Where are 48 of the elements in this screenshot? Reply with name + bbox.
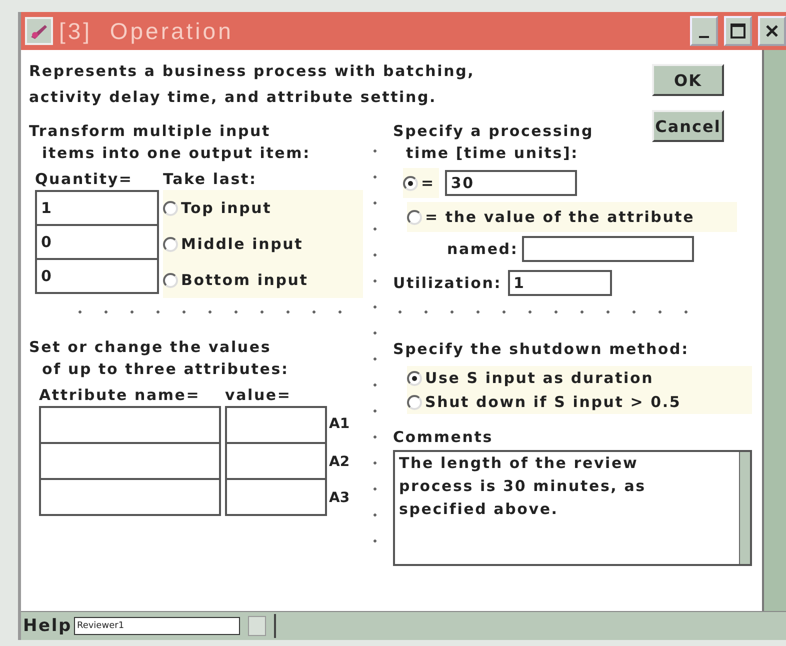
app-icon [25, 17, 53, 45]
name-field[interactable]: Reviewer1 [74, 617, 240, 635]
section-heading: Transform multiple input items into one output item: [29, 121, 312, 164]
minimize-icon [699, 36, 709, 38]
scrollbar[interactable] [762, 50, 786, 611]
quantity-field[interactable]: 0 [35, 226, 159, 260]
ok-button[interactable]: OK [652, 64, 724, 96]
row-label: A2 [329, 453, 351, 472]
time-field[interactable]: 30 [444, 170, 577, 196]
attribute-name-field[interactable] [39, 406, 221, 444]
section-heading: Specify a processing time [time units]: [393, 121, 594, 164]
attribute-value-field[interactable] [225, 480, 327, 516]
field-label: named: [447, 239, 518, 260]
maximize-icon [730, 23, 746, 39]
field-label: Comments [393, 427, 494, 448]
attribute-name-field[interactable] [522, 236, 694, 262]
section-heading: Specify the shutdown method: [393, 339, 690, 360]
close-icon [765, 24, 779, 38]
comments-field[interactable]: The length of the review process is 30 minutes, as specified above. [393, 450, 752, 566]
attribute-value-field[interactable] [225, 444, 327, 480]
cancel-button[interactable]: Cancel [652, 110, 724, 142]
field-label: Utilization: [393, 273, 502, 294]
radio-button[interactable] [407, 370, 422, 386]
radio-button[interactable] [163, 272, 178, 288]
section-heading: Set or change the values of up to three attributes: [29, 337, 290, 380]
radio-button[interactable] [407, 210, 422, 224]
attribute-name-field[interactable] [39, 444, 221, 480]
column-label: value= [225, 385, 292, 406]
attribute-value-field[interactable] [225, 406, 327, 444]
attribute-name-field[interactable] [39, 480, 221, 516]
column-label: Attribute name= [39, 385, 202, 406]
minimize-button[interactable] [690, 16, 718, 46]
maximize-button[interactable] [724, 16, 752, 46]
radio-button[interactable] [407, 394, 422, 410]
quantity-field[interactable]: 1 [35, 190, 159, 226]
quantity-field[interactable]: 0 [35, 260, 159, 294]
description-text: Represents a business process with batching, activity delay time, and attribute setting. [29, 61, 475, 108]
radio-button[interactable] [163, 236, 178, 252]
utilization-field[interactable]: 1 [508, 270, 612, 296]
row-label: A3 [329, 489, 351, 508]
column-label: Quantity= [35, 169, 134, 190]
column-label: Take last: [163, 169, 258, 190]
close-button[interactable] [758, 16, 786, 46]
radio-button[interactable] [403, 176, 418, 190]
window-title: [3] Operation [59, 18, 234, 44]
row-label: A1 [329, 415, 351, 434]
radio-button[interactable] [163, 200, 178, 216]
help-label[interactable]: Help [23, 616, 72, 636]
